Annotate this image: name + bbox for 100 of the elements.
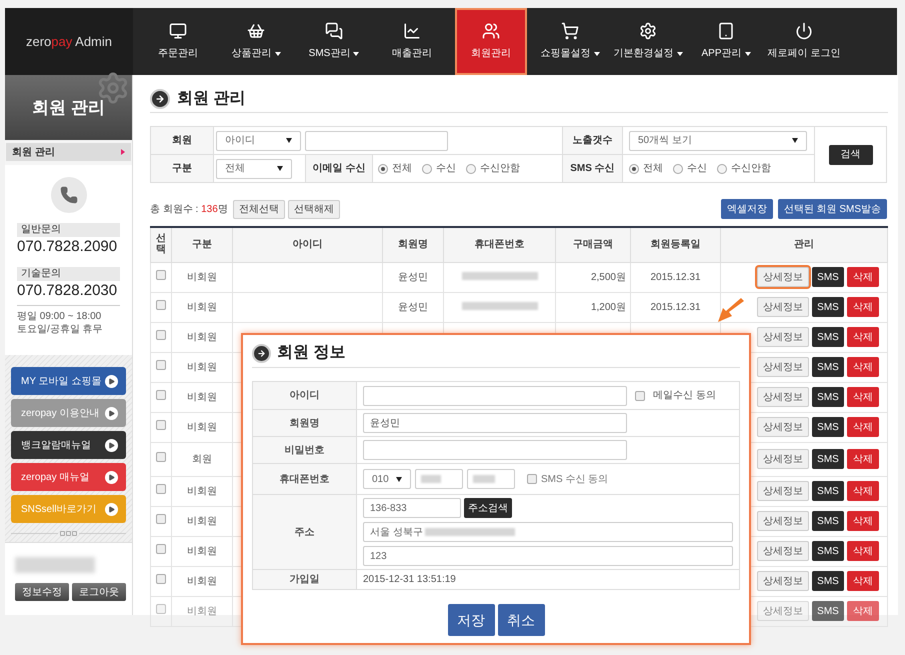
delete-button[interactable]: 삭제 <box>846 541 879 561</box>
field-label: 비밀번호 <box>252 436 356 464</box>
dialog-button[interactable]: 취소 <box>498 604 544 636</box>
search-button[interactable]: 검색 <box>828 144 872 164</box>
toolbar-button[interactable]: 엑셀저장 <box>720 199 773 219</box>
detail-button[interactable]: 상세정보 <box>757 327 810 347</box>
detail-button[interactable]: 상세정보 <box>757 449 810 469</box>
detail-button[interactable]: 상세정보 <box>757 387 810 407</box>
dropdown-select[interactable]: 50개씩 보기 <box>629 130 807 150</box>
delete-button[interactable]: 삭제 <box>846 417 879 437</box>
sms-button[interactable]: SMS <box>812 327 844 347</box>
detail-button[interactable]: 상세정보 <box>757 481 810 501</box>
sms-button[interactable]: SMS <box>812 449 844 469</box>
sidebar-link-button[interactable]: MY 모바일 쇼핑몰 <box>11 367 126 395</box>
play-icon <box>105 470 118 484</box>
phone-input-field[interactable] <box>415 469 463 489</box>
checkbox[interactable] <box>527 474 537 484</box>
sms-button[interactable]: SMS <box>812 601 844 621</box>
input-field[interactable] <box>363 386 627 406</box>
user-button[interactable]: 정보수정 <box>15 583 69 601</box>
checkbox[interactable] <box>156 574 166 584</box>
checkbox[interactable] <box>635 390 645 400</box>
dialog-button[interactable]: 저장 <box>448 604 494 636</box>
user-button[interactable]: 로그아웃 <box>72 583 126 601</box>
sms-button[interactable]: SMS <box>812 297 844 317</box>
toolbar-button[interactable]: 선택된 회원 SMS발송 <box>778 199 887 219</box>
sms-button[interactable]: SMS <box>812 267 844 287</box>
nav-tab[interactable]: APP관리 <box>687 8 765 75</box>
delete-button[interactable]: 삭제 <box>846 327 879 347</box>
search-input[interactable] <box>305 130 448 150</box>
delete-button[interactable]: 삭제 <box>846 297 879 317</box>
dropdown-select[interactable]: 010 <box>363 469 411 489</box>
sms-button[interactable]: SMS <box>812 511 844 531</box>
checkbox[interactable] <box>156 270 166 280</box>
radio-button[interactable] <box>378 164 388 174</box>
address-field[interactable]: 서울 성북구 <box>363 522 733 542</box>
table-cell: 1,200원 <box>556 292 630 322</box>
sms-button[interactable]: SMS <box>812 417 844 437</box>
checkbox[interactable] <box>156 420 166 430</box>
play-icon <box>105 438 118 452</box>
delete-button[interactable]: 삭제 <box>846 267 879 287</box>
radio-button[interactable] <box>673 164 683 174</box>
address-search-button[interactable]: 주소검색 <box>464 498 512 518</box>
nav-tab[interactable]: SMS관리 <box>295 8 373 75</box>
sidebar-link-button[interactable]: 뱅크알람매뉴얼 <box>11 431 126 459</box>
logo: zeropay Admin <box>26 32 112 51</box>
redacted-text <box>421 475 441 483</box>
phone-input-field[interactable] <box>467 469 515 489</box>
password-field[interactable] <box>363 440 627 460</box>
zip-field[interactable]: 136-833 <box>363 498 461 518</box>
sms-button[interactable]: SMS <box>812 571 844 591</box>
sidebar-menu-item[interactable]: 회원 관리 <box>6 143 131 161</box>
delete-button[interactable]: 삭제 <box>846 387 879 407</box>
dropdown-select[interactable]: 전체 <box>216 158 292 178</box>
checkbox[interactable] <box>156 514 166 524</box>
detail-button[interactable]: 상세정보 <box>757 541 810 561</box>
detail-button[interactable]: 상세정보 <box>757 357 810 377</box>
nav-tab[interactable]: 기본환경설정 <box>609 8 687 75</box>
detail-button[interactable]: 상세정보 <box>757 511 810 531</box>
dropdown-select[interactable]: 아이디 <box>216 130 301 150</box>
delete-button[interactable]: 삭제 <box>846 449 879 469</box>
input-field[interactable]: 윤성민 <box>363 413 627 433</box>
nav-tab[interactable]: 상품관리 <box>217 8 295 75</box>
checkbox[interactable] <box>156 360 166 370</box>
nav-tab[interactable]: 주문관리 <box>139 8 217 75</box>
checkbox[interactable] <box>156 452 166 462</box>
detail-button[interactable]: 상세정보 <box>757 297 810 317</box>
checkbox[interactable] <box>156 300 166 310</box>
delete-button[interactable]: 삭제 <box>846 511 879 531</box>
detail-button[interactable]: 상세정보 <box>757 417 810 437</box>
nav-tab[interactable]: 쇼핑몰설정 <box>531 8 609 75</box>
detail-button[interactable]: 상세정보 <box>757 571 810 591</box>
checkbox[interactable] <box>156 484 166 494</box>
toolbar-button[interactable]: 선택해제 <box>288 200 340 218</box>
checkbox[interactable] <box>156 390 166 400</box>
delete-button[interactable]: 삭제 <box>846 481 879 501</box>
address-detail-field[interactable]: 123 <box>363 546 733 566</box>
delete-button[interactable]: 삭제 <box>846 571 879 591</box>
table-cell: 비회원 <box>172 506 232 536</box>
radio-button[interactable] <box>422 164 432 174</box>
delete-button[interactable]: 삭제 <box>846 357 879 377</box>
sms-button[interactable]: SMS <box>812 481 844 501</box>
nav-tab[interactable]: 매출관리 <box>373 8 451 75</box>
sms-button[interactable]: SMS <box>812 357 844 377</box>
nav-tab[interactable]: 회원관리 <box>455 8 527 75</box>
detail-button[interactable]: 상세정보 <box>757 267 810 287</box>
sidebar-link-button[interactable]: zeropay 매뉴얼 <box>11 463 126 491</box>
radio-label: 수신 <box>687 162 707 176</box>
sms-button[interactable]: SMS <box>812 541 844 561</box>
sms-button[interactable]: SMS <box>812 387 844 407</box>
radio-label: 수신안함 <box>731 162 771 176</box>
radio-button[interactable] <box>717 164 727 174</box>
column-header: 휴대폰번호 <box>474 239 524 250</box>
checkbox[interactable] <box>156 330 166 340</box>
checkbox[interactable] <box>156 604 166 614</box>
radio-button[interactable] <box>629 164 639 174</box>
toolbar-button[interactable]: 전체선택 <box>232 200 285 218</box>
radio-button[interactable] <box>466 164 476 174</box>
nav-tab[interactable]: 제로페이 로그인 <box>765 8 843 75</box>
checkbox[interactable] <box>156 544 166 554</box>
